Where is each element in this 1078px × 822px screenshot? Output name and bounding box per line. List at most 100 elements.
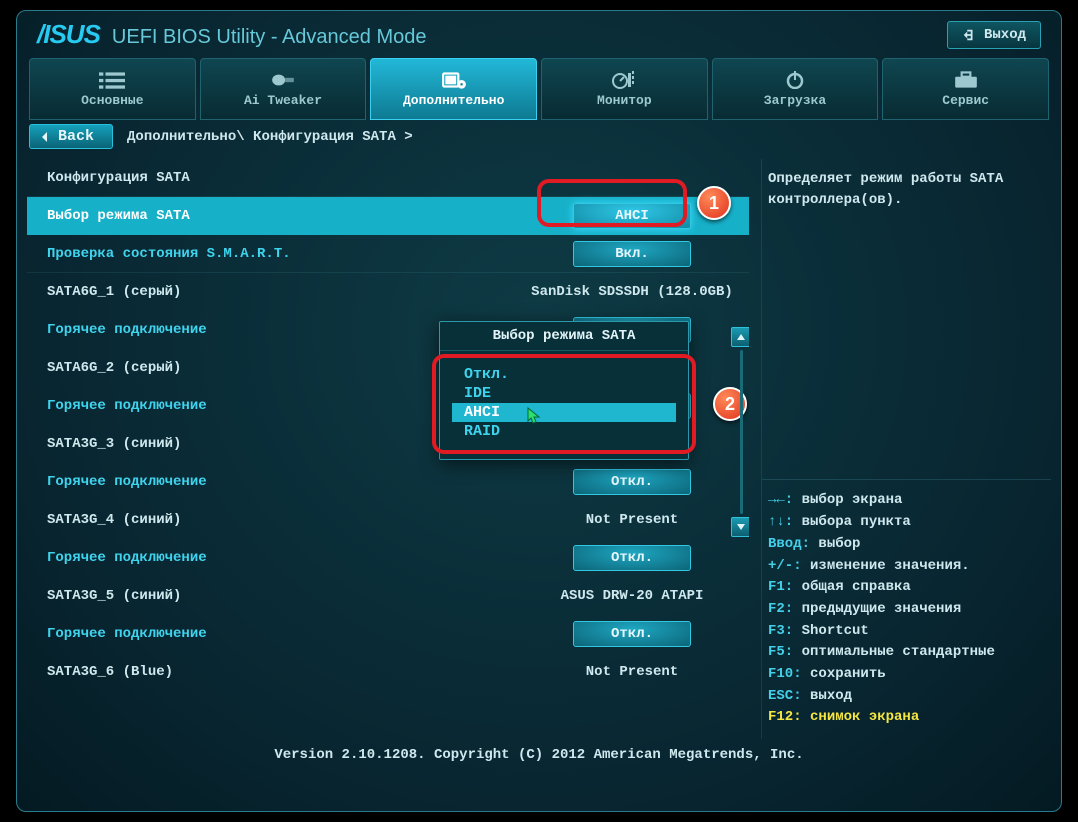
back-button[interactable]: Back: [29, 124, 113, 149]
power-icon: [782, 71, 808, 89]
hotkey-key: F3:: [768, 623, 802, 639]
setting-label: SATA6G_1 (серый): [29, 284, 527, 300]
scroll-down-button[interactable]: [731, 517, 749, 537]
setting-label: Горячее подключение: [29, 626, 527, 642]
tweaker-icon: [270, 71, 296, 89]
tab-bar: Основные Ai Tweaker Дополнительно Монито…: [17, 54, 1061, 120]
setting-row[interactable]: Горячее подключение Откл.: [27, 615, 749, 653]
exit-button[interactable]: Выход: [947, 21, 1041, 49]
hotkey-key: →←:: [768, 492, 802, 508]
hotkey-key: F1:: [768, 579, 802, 595]
chevron-down-icon: [736, 522, 746, 532]
setting-value: Not Present: [527, 664, 737, 680]
hotkey-desc: выход: [810, 688, 852, 704]
bios-window: /ISUS UEFI BIOS Utility - Advanced Mode …: [16, 10, 1062, 812]
mouse-cursor: [527, 407, 541, 425]
app-title: UEFI BIOS Utility - Advanced Mode: [112, 26, 427, 49]
value-button[interactable]: Вкл.: [573, 241, 691, 267]
asus-logo: /ISUS: [37, 19, 100, 50]
hotkey-desc: предыдущие значения: [802, 601, 962, 617]
dropdown-option[interactable]: Откл.: [452, 365, 676, 384]
tab-label: Ai Tweaker: [244, 93, 322, 108]
setting-row[interactable]: Проверка состояния S.M.A.R.T. Вкл.: [27, 235, 749, 273]
hotkey-desc: изменение значения.: [810, 558, 970, 574]
chevron-up-icon: [736, 332, 746, 342]
dropdown-option[interactable]: AHCI: [452, 403, 676, 422]
tab-label: Загрузка: [764, 93, 826, 108]
scrollbar[interactable]: [731, 327, 749, 537]
footer-copyright: Version 2.10.1208. Copyright (C) 2012 Am…: [17, 743, 1061, 767]
hotkey-key: F10:: [768, 666, 810, 682]
value-button[interactable]: Откл.: [573, 469, 691, 495]
tab-tool[interactable]: Сервис: [882, 58, 1049, 120]
setting-label: Выбор режима SATA: [29, 208, 527, 224]
hotkey-desc: выбор: [818, 536, 860, 552]
setting-row: SATA6G_1 (серый)SanDisk SDSSDH (128.0GB): [27, 273, 749, 311]
section-title: Конфигурация SATA: [29, 170, 737, 186]
setting-row[interactable]: Горячее подключение Откл.: [27, 539, 749, 577]
dropdown-popup: Выбор режима SATA Откл.IDEAHCIRAID: [439, 321, 689, 460]
value-button[interactable]: Откл.: [573, 545, 691, 571]
tab-label: Монитор: [597, 93, 652, 108]
tab-monitor[interactable]: Монитор: [541, 58, 708, 120]
scroll-track[interactable]: [740, 350, 743, 514]
setting-value[interactable]: Откл.: [527, 621, 737, 647]
scroll-up-button[interactable]: [731, 327, 749, 347]
settings-panel: Конфигурация SATA Выбор режима SATA AHCI П…: [27, 159, 749, 739]
setting-value[interactable]: Вкл.: [527, 241, 737, 267]
hotkey-key: ↑↓:: [768, 514, 802, 530]
setting-label: Проверка состояния S.M.A.R.T.: [29, 246, 527, 262]
list-icon: [99, 71, 125, 89]
exit-icon: [962, 28, 976, 42]
setting-row[interactable]: Выбор режима SATA AHCI: [27, 197, 749, 235]
setting-value: Not Present: [527, 512, 737, 528]
help-description: Определяет режим работы SATA контроллера…: [762, 159, 1051, 479]
advanced-icon: [441, 71, 467, 89]
exit-label: Выход: [984, 27, 1026, 43]
setting-label: Горячее подключение: [29, 550, 527, 566]
setting-value: ASUS DRW-20 ATAPI: [527, 588, 737, 604]
side-panel: Определяет режим работы SATA контроллера…: [761, 159, 1051, 739]
hotkey-desc: оптимальные стандартные: [802, 644, 995, 660]
hotkey-desc: Shortcut: [802, 623, 869, 639]
monitor-icon: [611, 71, 637, 89]
setting-value[interactable]: Откл.: [527, 545, 737, 571]
tab-ai-tweaker[interactable]: Ai Tweaker: [200, 58, 367, 120]
popup-title: Выбор режима SATA: [440, 322, 688, 351]
tab-main[interactable]: Основные: [29, 58, 196, 120]
breadcrumb: Дополнительно\ Конфигурация SATA >: [127, 129, 413, 145]
setting-row: SATA3G_5 (синий)ASUS DRW-20 ATAPI: [27, 577, 749, 615]
back-label: Back: [58, 128, 94, 145]
dropdown-option[interactable]: RAID: [452, 422, 676, 441]
tab-label: Сервис: [942, 93, 989, 108]
dropdown-option[interactable]: IDE: [452, 384, 676, 403]
value-button[interactable]: AHCI: [573, 203, 691, 229]
setting-label: Горячее подключение: [29, 474, 527, 490]
setting-row[interactable]: Горячее подключение Откл.: [27, 463, 749, 501]
hotkey-key: F5:: [768, 644, 802, 660]
setting-label: SATA3G_6 (Blue): [29, 664, 527, 680]
setting-row: SATA3G_4 (синий)Not Present: [27, 501, 749, 539]
hotkey-desc: выбора пункта: [802, 514, 911, 530]
setting-label: SATA3G_4 (синий): [29, 512, 527, 528]
hotkey-desc: снимок экрана: [810, 709, 919, 725]
tab-advanced[interactable]: Дополнительно: [370, 58, 537, 120]
toolbox-icon: [953, 71, 979, 89]
hotkey-legend: →←: выбор экрана↑↓: выбора пункта Ввод: в…: [762, 479, 1051, 739]
tab-label: Основные: [81, 93, 143, 108]
tab-label: Дополнительно: [403, 93, 504, 108]
brand: /ISUS UEFI BIOS Utility - Advanced Mode: [37, 19, 426, 50]
annotation-badge-1: 1: [697, 186, 731, 220]
hotkey-desc: выбор экрана: [802, 492, 903, 508]
setting-label: SATA3G_5 (синий): [29, 588, 527, 604]
hotkey-key: +/-:: [768, 558, 810, 574]
setting-row: SATA3G_6 (Blue)Not Present: [27, 653, 749, 691]
hotkey-key: F2:: [768, 601, 802, 617]
setting-value: SanDisk SDSSDH (128.0GB): [527, 284, 737, 300]
setting-value[interactable]: Откл.: [527, 469, 737, 495]
tab-boot[interactable]: Загрузка: [712, 58, 879, 120]
value-button[interactable]: Откл.: [573, 621, 691, 647]
hotkey-key: F12:: [768, 709, 810, 725]
hotkey-desc: сохранить: [810, 666, 886, 682]
hotkey-key: Ввод:: [768, 536, 818, 552]
